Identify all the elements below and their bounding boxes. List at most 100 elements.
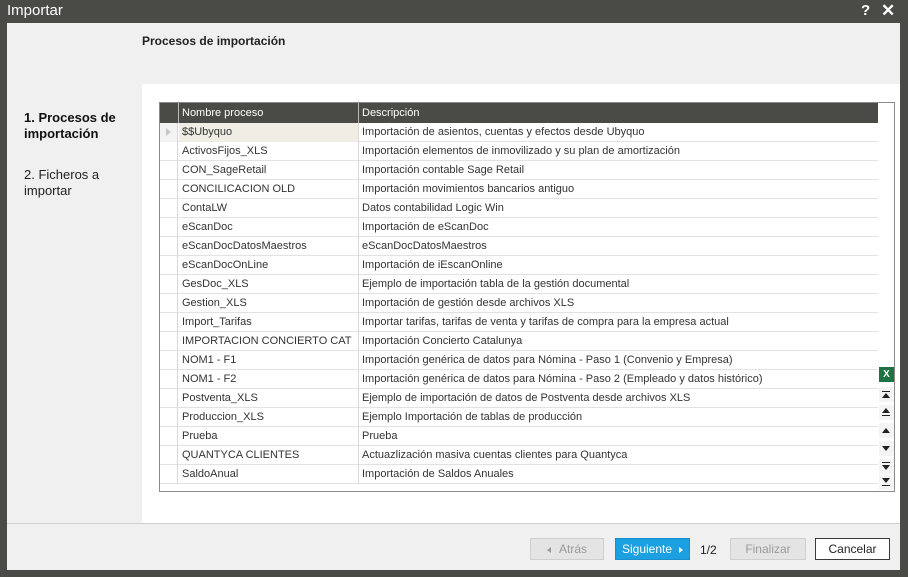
cell-name: GesDoc_XLS [179, 275, 359, 294]
page-indicator: 1/2 [700, 543, 717, 557]
cell-name: eScanDoc [179, 218, 359, 237]
step-ficheros-importar[interactable]: 2. Ficheros a importar [24, 167, 134, 199]
cell-description: Importación contable Sage Retail [362, 164, 525, 176]
table-row[interactable]: NOM1 - F2 Importación genérica de datos p… [160, 370, 878, 389]
row-selector[interactable] [160, 427, 178, 446]
cell-name: CON_SageRetail [179, 161, 359, 180]
scroll-page-up-icon[interactable] [879, 405, 894, 420]
cell-description: Ejemplo Importación de tablas de producc… [362, 411, 583, 423]
cell-name: ActivosFijos_XLS [179, 142, 359, 161]
finish-button[interactable]: Finalizar [730, 538, 806, 560]
column-header-nombre-proceso[interactable]: Nombre proceso [178, 103, 359, 123]
cell-description: Importación de eScanDoc [362, 221, 489, 233]
table-row[interactable]: Postventa_XLS Ejemplo de importación de d… [160, 389, 878, 408]
row-selector[interactable] [160, 161, 178, 180]
row-selector[interactable] [160, 332, 178, 351]
row-selector[interactable] [160, 237, 178, 256]
row-selector[interactable] [160, 465, 178, 484]
row-selector[interactable] [160, 123, 178, 142]
scroll-page-down-icon[interactable] [879, 459, 894, 474]
table-row[interactable]: Produccion_XLS Ejemplo Importación de tab… [160, 408, 878, 427]
row-selector[interactable] [160, 256, 178, 275]
table-row[interactable]: SaldoAnual Importación de Saldos Anuales [160, 465, 878, 484]
wizard-steps: 1. Procesos de importación 2. Ficheros a… [7, 84, 142, 523]
cell-name: $$Ubyquo [179, 123, 359, 142]
row-selector[interactable] [160, 218, 178, 237]
row-selector[interactable] [160, 294, 178, 313]
table-row[interactable]: $$Ubyquo Importación de asientos, cuentas… [160, 123, 878, 142]
table-row[interactable]: IMPORTACION CONCIERTO CAT Importación Con… [160, 332, 878, 351]
process-grid: Nombre proceso Descripción $$Ubyquo Impor… [159, 102, 895, 492]
cell-description: Ejemplo de importación de datos de Postv… [362, 392, 691, 404]
scroll-first-icon[interactable] [879, 387, 894, 402]
next-button-label: Siguiente [621, 542, 673, 556]
cell-description: eScanDocDatosMaestros [362, 240, 487, 252]
table-row[interactable]: eScanDocOnLine Importación de iEscanOnlin… [160, 256, 878, 275]
row-selector[interactable] [160, 142, 178, 161]
dialog-footer: Atrás Siguiente 1/2 Finalizar Cancelar [7, 523, 900, 570]
cell-name: Prueba [179, 427, 359, 446]
table-row[interactable]: Gestion_XLS Importación de gestión desde … [160, 294, 878, 313]
row-selector[interactable] [160, 408, 178, 427]
cell-description: Importación de gestión desde archivos XL… [362, 297, 575, 309]
cell-name: Import_Tarifas [179, 313, 359, 332]
scroll-last-icon[interactable] [879, 475, 894, 490]
table-row[interactable]: GesDoc_XLS Ejemplo de importación tabla d… [160, 275, 878, 294]
close-icon[interactable]: ✕ [881, 1, 895, 21]
cell-name: CONCILICACION OLD [179, 180, 359, 199]
cancel-button[interactable]: Cancelar [815, 538, 890, 560]
cell-name: Gestion_XLS [179, 294, 359, 313]
table-row[interactable]: ActivosFijos_XLS Importación elementos de… [160, 142, 878, 161]
table-row[interactable]: QUANTYCA CLIENTES Actuazlización masiva c… [160, 446, 878, 465]
row-selector[interactable] [160, 180, 178, 199]
step-procesos-importacion[interactable]: 1. Procesos de importación [24, 110, 134, 142]
row-selector[interactable] [160, 446, 178, 465]
window-titlebar: Importar ? ✕ [0, 0, 908, 23]
table-row[interactable]: Import_Tarifas Importar tarifas, tarifas … [160, 313, 878, 332]
row-selector[interactable] [160, 199, 178, 218]
cell-name: QUANTYCA CLIENTES [179, 446, 359, 465]
next-button[interactable]: Siguiente [615, 538, 690, 560]
cell-name: NOM1 - F2 [179, 370, 359, 389]
table-row[interactable]: Prueba Prueba [160, 427, 878, 446]
column-header-descripcion[interactable]: Descripción [358, 103, 878, 123]
back-button[interactable]: Atrás [530, 538, 604, 560]
cell-description: Importación de iEscanOnline [362, 259, 503, 271]
back-button-label: Atrás [558, 542, 587, 556]
cell-description: Importación de asientos, cuentas y efect… [362, 126, 645, 138]
cell-description: Datos contabilidad Logic Win [362, 202, 504, 214]
row-selector[interactable] [160, 389, 178, 408]
row-pointer-icon [166, 128, 171, 136]
table-row[interactable]: CONCILICACION OLD Importación movimientos… [160, 180, 878, 199]
window-title: Importar [7, 2, 63, 19]
cell-description: Importación movimientos bancarios antigu… [362, 183, 575, 195]
table-row[interactable]: eScanDocDatosMaestros eScanDocDatosMaestr… [160, 237, 878, 256]
scroll-up-icon[interactable] [879, 423, 894, 438]
row-selector[interactable] [160, 275, 178, 294]
cell-description: Importación genérica de datos para Nómin… [362, 354, 733, 366]
cell-name: NOM1 - F1 [179, 351, 359, 370]
grid-side-tools: X [878, 103, 894, 491]
excel-export-icon[interactable]: X [879, 367, 894, 382]
row-selector[interactable] [160, 370, 178, 389]
cell-description: Importación de Saldos Anuales [362, 468, 514, 480]
cell-description: Importación Concierto Catalunya [362, 335, 523, 347]
table-row[interactable]: eScanDoc Importación de eScanDoc [160, 218, 878, 237]
table-row[interactable]: ContaLW Datos contabilidad Logic Win [160, 199, 878, 218]
row-selector[interactable] [160, 313, 178, 332]
cell-description: Actuazlización masiva cuentas clientes p… [362, 449, 628, 461]
grid-body: $$Ubyquo Importación de asientos, cuentas… [160, 123, 878, 491]
row-selector[interactable] [160, 351, 178, 370]
chevron-left-icon [546, 546, 551, 553]
cell-description: Prueba [362, 430, 398, 442]
cell-name: eScanDocOnLine [179, 256, 359, 275]
cell-name: Postventa_XLS [179, 389, 359, 408]
table-row[interactable]: CON_SageRetail Importación contable Sage … [160, 161, 878, 180]
cell-name: IMPORTACION CONCIERTO CAT [179, 332, 359, 351]
scroll-down-icon[interactable] [879, 441, 894, 456]
grid-header: Nombre proceso Descripción [160, 103, 878, 123]
table-row[interactable]: NOM1 - F1 Importación genérica de datos p… [160, 351, 878, 370]
cell-name: Produccion_XLS [179, 408, 359, 427]
help-button[interactable]: ? [861, 2, 870, 19]
main-content: Nombre proceso Descripción $$Ubyquo Impor… [142, 84, 900, 523]
